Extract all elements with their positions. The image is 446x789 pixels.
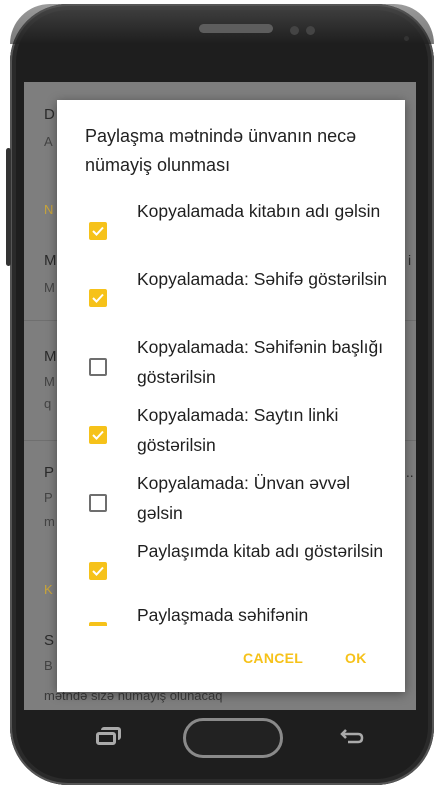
ok-button[interactable]: OK bbox=[345, 650, 367, 666]
checkbox-checked[interactable] bbox=[89, 289, 107, 307]
options-list[interactable]: Kopyalamada kitabın adı gəlsin Kopyalama… bbox=[57, 196, 405, 626]
checkbox-checked[interactable] bbox=[89, 426, 107, 444]
checkbox-unchecked[interactable] bbox=[89, 494, 107, 512]
checkbox-unchecked[interactable] bbox=[89, 358, 107, 376]
dialog-title: Paylaşma mətnində ünvanın necə nümayiş o… bbox=[85, 126, 357, 175]
option-label: Kopyalamada: Saytın linki göstərilsin bbox=[137, 405, 339, 455]
bg-row-title: M bbox=[44, 252, 57, 269]
checkbox-checked[interactable] bbox=[89, 562, 107, 580]
check-icon bbox=[92, 566, 104, 576]
option-label: Kopyalamada: Ünvan əvvəl gəlsin bbox=[137, 473, 351, 523]
recent-apps-icon[interactable] bbox=[96, 732, 116, 745]
check-icon bbox=[92, 226, 104, 236]
bg-row-title: S bbox=[44, 632, 55, 649]
bg-row-subtitle: M bbox=[44, 374, 55, 389]
volume-button bbox=[6, 148, 11, 266]
bg-row-title: P bbox=[44, 464, 55, 481]
option-label: Kopyalamada kitabın adı gəlsin bbox=[137, 201, 381, 221]
light-sensor bbox=[404, 36, 409, 41]
back-arrow-icon[interactable] bbox=[338, 727, 364, 747]
check-icon bbox=[91, 624, 105, 626]
bg-row-subtitle: P bbox=[44, 490, 53, 505]
option-label: Kopyalamada: Səhifənin başlığı göstərils… bbox=[137, 337, 384, 387]
bg-row-title: M bbox=[44, 348, 57, 365]
check-icon bbox=[92, 293, 104, 303]
checkbox-checked[interactable] bbox=[89, 622, 107, 626]
bg-row-trailing: i bbox=[408, 252, 412, 268]
cancel-button[interactable]: CANCEL bbox=[243, 650, 303, 666]
check-icon bbox=[92, 430, 104, 440]
earpiece-speaker bbox=[199, 24, 273, 33]
bg-section-header: K bbox=[44, 582, 53, 597]
settings-dialog: Paylaşma mətnində ünvanın necə nümayiş o… bbox=[57, 100, 405, 692]
bg-section-header: N bbox=[44, 202, 54, 217]
option-label: Kopyalamada: Səhifə göstərilsin bbox=[137, 269, 388, 289]
checkbox-checked[interactable] bbox=[89, 222, 107, 240]
bg-row-title: D bbox=[44, 106, 55, 123]
bg-row-subtitle-2: q bbox=[44, 396, 52, 411]
bg-row-subtitle: B bbox=[44, 658, 53, 673]
front-camera bbox=[290, 26, 299, 35]
option-label: Paylaşımda kitab adı göstərilsin bbox=[137, 541, 384, 561]
bg-row-subtitle: A bbox=[44, 134, 53, 149]
proximity-sensor bbox=[306, 26, 315, 35]
bg-row-subtitle-2: m bbox=[44, 514, 55, 529]
option-label: Paylaşmada səhifənin bbox=[137, 605, 309, 625]
bg-row-subtitle: M bbox=[44, 280, 55, 295]
dialog-actions: CANCEL OK bbox=[57, 644, 405, 674]
home-button[interactable] bbox=[183, 718, 283, 758]
